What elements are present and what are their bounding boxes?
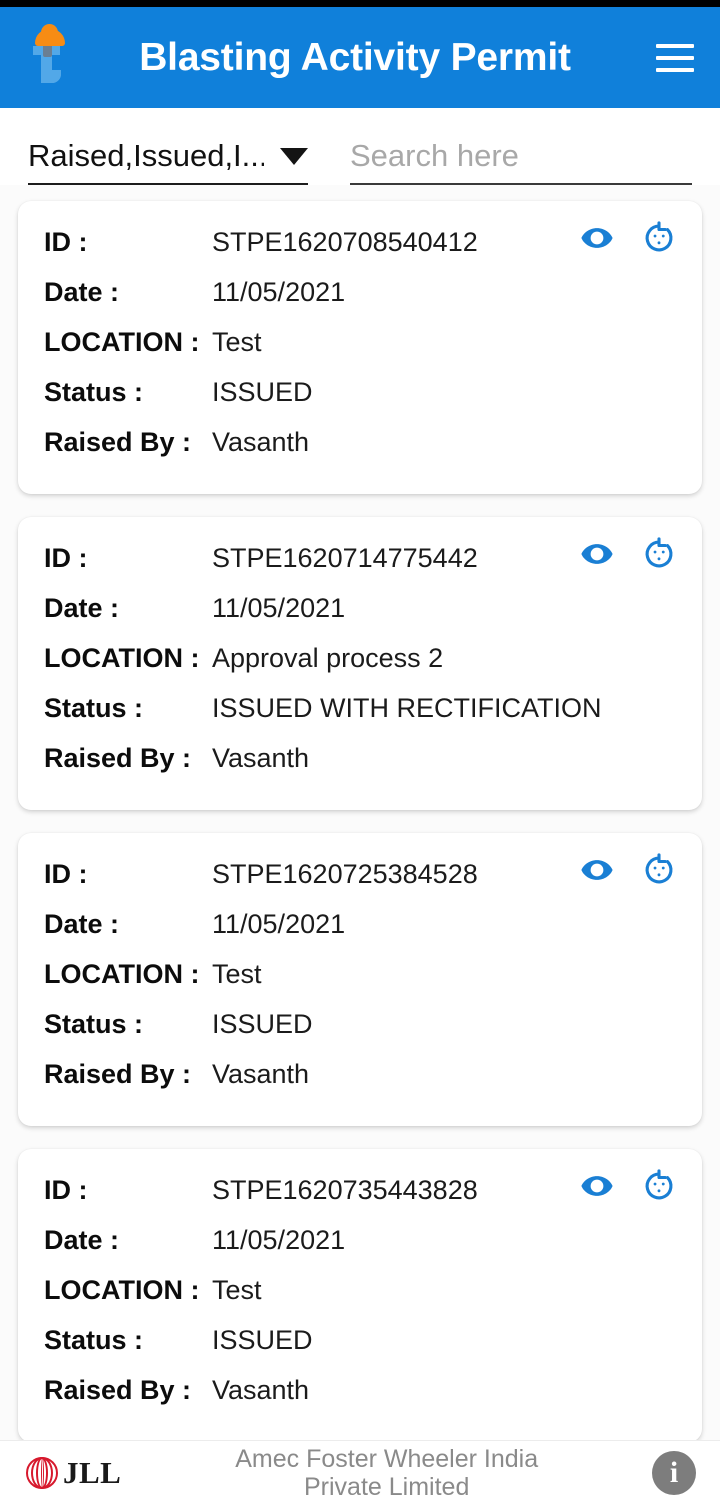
eye-icon[interactable]: [580, 1169, 614, 1203]
permit-raisedby-row: Raised By : Vasanth: [44, 418, 676, 468]
filter-bar: Raised,Issued,I...: [0, 108, 720, 185]
status-label: Status :: [44, 1009, 144, 1039]
jll-wordmark: JLL: [63, 1455, 122, 1490]
permit-card[interactable]: ID : STPE1620725384528 Date : 11/05/2021…: [18, 833, 702, 1126]
permit-card[interactable]: ID : STPE1620735443828 Date : 11/05/2021…: [18, 1149, 702, 1440]
permit-raisedby-row: Raised By : Vasanth: [44, 1366, 676, 1416]
raised-by-value: Vasanth: [212, 427, 310, 457]
location-value: Test: [212, 1275, 262, 1305]
permit-raisedby-row: Raised By : Vasanth: [44, 1050, 676, 1100]
permit-location-row: LOCATION : Approval process 2: [44, 634, 676, 684]
permit-status-row: Status : ISSUED: [44, 1316, 676, 1366]
permit-date-row: Date : 11/05/2021: [44, 1216, 676, 1266]
id-label: ID :: [44, 1175, 88, 1205]
date-value: 11/05/2021: [212, 1225, 346, 1255]
date-value: 11/05/2021: [212, 277, 346, 307]
page-title: Blasting Activity Permit: [139, 35, 571, 79]
status-value: ISSUED: [212, 1325, 313, 1355]
info-icon[interactable]: i: [652, 1451, 696, 1495]
permit-id-row: ID : STPE1620735443828: [44, 1169, 676, 1216]
raised-by-label: Raised By :: [44, 427, 192, 457]
raised-by-label: Raised By :: [44, 1375, 192, 1405]
status-value: ISSUED: [212, 1009, 313, 1039]
status-bar: [0, 0, 720, 7]
date-value: 11/05/2021: [212, 593, 346, 623]
status-filter-dropdown[interactable]: Raised,Issued,I...: [28, 138, 308, 185]
location-label: LOCATION :: [44, 1275, 200, 1305]
permit-location-row: LOCATION : Test: [44, 318, 676, 368]
raised-by-value: Vasanth: [212, 743, 310, 773]
eye-icon[interactable]: [580, 537, 614, 571]
footer-bar: JLL Amec Foster Wheeler India Private Li…: [0, 1440, 720, 1505]
location-value: Test: [212, 959, 262, 989]
permit-id-row: ID : STPE1620725384528: [44, 853, 676, 900]
eye-icon[interactable]: [580, 221, 614, 255]
permit-status-row: Status : ISSUED: [44, 1000, 676, 1050]
status-value: ISSUED: [212, 377, 313, 407]
id-label: ID :: [44, 543, 88, 573]
permit-card[interactable]: ID : STPE1620714775442 Date : 11/05/2021…: [18, 517, 702, 810]
permit-id-row: ID : STPE1620708540412: [44, 221, 676, 268]
history-clock-icon[interactable]: [642, 221, 676, 255]
raised-by-value: Vasanth: [212, 1059, 310, 1089]
permit-location-row: LOCATION : Test: [44, 1266, 676, 1316]
location-label: LOCATION :: [44, 327, 200, 357]
permit-card[interactable]: ID : STPE1620708540412 Date : 11/05/2021…: [18, 201, 702, 494]
jll-logo-icon: JLL: [26, 1455, 121, 1491]
location-value: Approval process 2: [212, 643, 444, 673]
permit-list[interactable]: ID : STPE1620708540412 Date : 11/05/2021…: [0, 185, 720, 1440]
date-label: Date :: [44, 277, 120, 307]
card-actions: [580, 853, 676, 887]
card-actions: [580, 1169, 676, 1203]
permit-id-row: ID : STPE1620714775442: [44, 537, 676, 584]
company-name-line1: Amec Foster Wheeler India: [235, 1445, 539, 1473]
raised-by-label: Raised By :: [44, 743, 192, 773]
hamburger-menu-icon[interactable]: [652, 35, 698, 81]
card-actions: [580, 537, 676, 571]
search-field[interactable]: [350, 138, 692, 185]
card-actions: [580, 221, 676, 255]
permit-date-row: Date : 11/05/2021: [44, 900, 676, 950]
permit-date-row: Date : 11/05/2021: [44, 584, 676, 634]
history-clock-icon[interactable]: [642, 1169, 676, 1203]
permit-date-row: Date : 11/05/2021: [44, 268, 676, 318]
eye-icon[interactable]: [580, 853, 614, 887]
history-clock-icon[interactable]: [642, 853, 676, 887]
permit-status-row: Status : ISSUED WITH RECTIFICATION: [44, 684, 676, 734]
chevron-down-icon: [280, 147, 308, 165]
permit-location-row: LOCATION : Test: [44, 950, 676, 1000]
date-label: Date :: [44, 1225, 120, 1255]
date-label: Date :: [44, 593, 120, 623]
status-filter-value: Raised,Issued,I...: [28, 138, 264, 173]
company-name: Amec Foster Wheeler India Private Limite…: [121, 1445, 652, 1501]
location-value: Test: [212, 327, 262, 357]
jll-mark-icon: [26, 1457, 60, 1489]
status-label: Status :: [44, 377, 144, 407]
location-label: LOCATION :: [44, 959, 200, 989]
company-name-line2: Private Limited: [304, 1473, 470, 1501]
status-value: ISSUED WITH RECTIFICATION: [212, 693, 602, 723]
history-clock-icon[interactable]: [642, 537, 676, 571]
id-label: ID :: [44, 227, 88, 257]
location-label: LOCATION :: [44, 643, 200, 673]
permit-status-row: Status : ISSUED: [44, 368, 676, 418]
app-bar: Blasting Activity Permit: [0, 7, 720, 108]
date-label: Date :: [44, 909, 120, 939]
date-value: 11/05/2021: [212, 909, 346, 939]
raised-by-value: Vasanth: [212, 1375, 310, 1405]
permit-raisedby-row: Raised By : Vasanth: [44, 734, 676, 784]
search-input[interactable]: [350, 138, 692, 174]
status-label: Status :: [44, 693, 144, 723]
id-label: ID :: [44, 859, 88, 889]
hardhat-t-logo-icon: [26, 23, 70, 89]
raised-by-label: Raised By :: [44, 1059, 192, 1089]
status-label: Status :: [44, 1325, 144, 1355]
